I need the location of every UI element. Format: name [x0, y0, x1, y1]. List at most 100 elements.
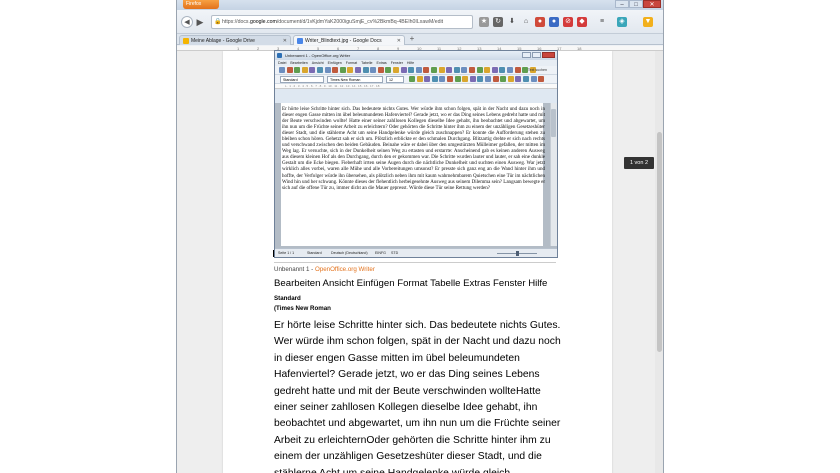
oo-toolbar-icon	[301, 67, 308, 73]
oo-font-field: Times New Roman	[327, 76, 383, 83]
oo-toolbar-icon	[347, 67, 354, 73]
embedded-openoffice-screenshot: Unbenannt 1 - OpenOffice.org Writer Date…	[274, 50, 558, 258]
page-divider	[274, 262, 556, 263]
ocr-text-block[interactable]: Unbenannt 1 - OpenOffice.org Writer Bear…	[274, 266, 564, 473]
oo-search-label: Text suchen	[527, 68, 547, 72]
oo-zoom-knob	[516, 251, 519, 256]
tab-google-docs[interactable]: Writer_Blindtext.jpg - Google Docs ✕	[293, 35, 405, 45]
oo-format-icon	[485, 76, 491, 82]
oo-menu-item: Einfügen	[327, 61, 342, 65]
addon-icon[interactable]: ●	[535, 17, 545, 27]
oo-toolbar-icon	[491, 67, 498, 73]
close-window-button[interactable]: ✕	[643, 0, 661, 8]
oo-toolbar-icon	[355, 67, 361, 73]
oo-close-icon	[542, 52, 555, 58]
ocr-style-line: Standard	[274, 295, 301, 302]
oo-status-language: Deutsch (Deutschland)	[331, 251, 368, 255]
ocr-font-line: (Times New Roman	[274, 305, 331, 312]
addon-icon[interactable]: ⊘	[563, 17, 573, 27]
oo-format-toolbar: Standard Times New Roman 12	[275, 75, 557, 84]
oo-format-icon	[469, 76, 476, 82]
oo-status-mode: EINFG	[375, 251, 386, 255]
oo-menu-item: Format	[345, 61, 358, 65]
oo-scrollbar-thumb	[551, 109, 556, 137]
oo-format-icon	[409, 76, 415, 82]
oo-format-icon	[530, 76, 537, 82]
oo-format-icon	[447, 76, 453, 82]
ocr-menu-line: Bearbeiten Ansicht Einfügen Format Tabel…	[274, 278, 548, 289]
oo-format-icon	[507, 76, 514, 82]
oo-toolbar-icon	[317, 67, 323, 73]
maximize-button[interactable]: □	[629, 0, 643, 8]
oo-toolbar-icon	[377, 67, 384, 73]
oo-toolbar-icon	[469, 67, 475, 73]
oo-maximize-icon	[532, 52, 541, 58]
minimize-button[interactable]: –	[615, 0, 629, 8]
oo-toolbar-icon	[507, 67, 513, 73]
oo-window-title: Unbenannt 1 - OpenOffice.org Writer	[285, 53, 351, 58]
oo-format-icon	[462, 76, 469, 82]
home-icon[interactable]: ⌂	[521, 17, 531, 27]
lock-icon: 🔒	[214, 19, 222, 25]
forward-button[interactable]: ▶	[194, 16, 206, 28]
oo-toolbar-icon	[431, 67, 437, 73]
oo-style-field: Standard	[280, 76, 324, 83]
page-indicator: 1 von 2	[624, 157, 654, 169]
ocr-heading-prefix: Unbenannt 1 -	[274, 266, 315, 273]
title-bar: Firefox – □ ✕	[177, 0, 663, 10]
oo-format-icon	[416, 76, 423, 82]
reload-icon[interactable]: ↻	[493, 17, 503, 27]
back-button[interactable]: ◀	[181, 16, 193, 28]
oo-scrollbar	[550, 103, 557, 246]
oo-toolbar-icon	[294, 67, 301, 73]
oo-menu-item: Ansicht	[311, 61, 324, 65]
tab-google-drive[interactable]: Meine Ablage - Google Drive ✕	[179, 35, 291, 45]
oo-toolbar-icon	[286, 67, 293, 73]
firefox-menu-button[interactable]: Firefox	[183, 0, 219, 9]
addon-icon[interactable]: ◈	[617, 17, 627, 27]
addon-icon[interactable]: ▼	[643, 17, 653, 27]
tab-label: Meine Ablage - Google Drive	[191, 38, 255, 44]
oo-title-bar: Unbenannt 1 - OpenOffice.org Writer	[275, 51, 557, 60]
oo-toolbar-icon	[400, 67, 407, 73]
vertical-scrollbar[interactable]	[655, 51, 663, 473]
oo-toolbar-icon	[438, 67, 445, 73]
oo-size-field: 12	[386, 76, 404, 83]
ocr-body-text: Er hörte leise Schritte hinter sich. Das…	[274, 320, 561, 473]
oo-menu-item: Datei	[278, 61, 287, 65]
scrollbar-thumb[interactable]	[657, 132, 662, 352]
oo-toolbar-icon	[415, 67, 422, 73]
menu-icon[interactable]: ≡	[597, 17, 607, 27]
oo-toolbar-icon	[309, 67, 316, 73]
oo-toolbar-icon	[484, 67, 491, 73]
oo-toolbar-icon	[385, 67, 392, 73]
oo-format-icon	[424, 76, 431, 82]
close-tab-icon[interactable]: ✕	[283, 36, 287, 45]
url-bar[interactable]: 🔒 https://docs.google.com/document/d/1vK…	[211, 15, 473, 29]
addon-icon[interactable]: ●	[549, 17, 559, 27]
oo-toolbar-icon	[370, 67, 377, 73]
url-prefix: https://docs.	[222, 19, 250, 25]
bookmark-star-icon[interactable]: ★	[479, 17, 489, 27]
oo-format-icon	[500, 76, 507, 82]
oo-menu-item: Tabelle	[361, 61, 373, 65]
url-host: google.com	[249, 19, 277, 25]
download-icon[interactable]: ⬇	[507, 17, 517, 27]
oo-status-style: Standard	[307, 251, 322, 255]
oo-status-selection: STD	[391, 251, 399, 255]
oo-toolbar-icon	[499, 67, 506, 73]
oo-toolbar-icon	[446, 67, 453, 73]
oo-menu-item: Bearbeiten	[290, 61, 308, 65]
oo-toolbar-icon	[514, 67, 521, 73]
oo-format-icon	[439, 76, 446, 82]
new-tab-button[interactable]: +	[407, 35, 417, 44]
close-tab-icon[interactable]: ✕	[397, 36, 401, 45]
oo-toolbar-icon	[324, 67, 331, 73]
adblock-icon[interactable]: ◆	[577, 17, 587, 27]
oo-toolbar-icon	[408, 67, 415, 73]
navigation-bar: ◀ ▶ 🔒 https://docs.google.com/document/d…	[177, 10, 663, 34]
oo-toolbar-icon	[279, 67, 285, 73]
oo-format-icon	[538, 76, 545, 82]
oo-format-icon	[523, 76, 529, 82]
oo-minimize-icon	[522, 52, 531, 58]
